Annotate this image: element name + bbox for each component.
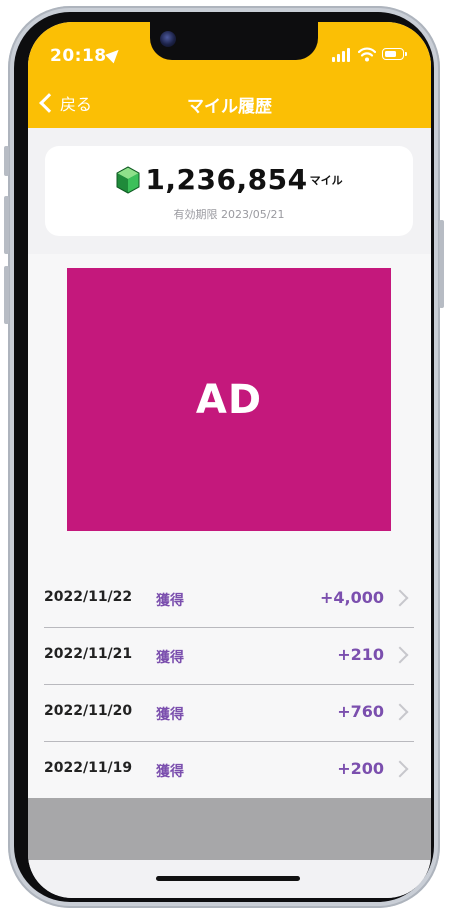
history-date: 2022/11/22 <box>44 589 133 605</box>
front-camera <box>160 31 176 47</box>
mile-unit: マイル <box>309 174 343 187</box>
screen: 20:18 戻る マイル履歴 1,236,854 マイル 有効期限 2023/0… <box>28 22 431 898</box>
battery-icon <box>382 48 407 60</box>
side-button-volume-up <box>4 196 9 254</box>
history-row[interactable]: 2022/11/20 獲得 +760 <box>44 685 414 742</box>
home-indicator[interactable] <box>156 876 300 881</box>
side-button-volume-down <box>4 266 9 324</box>
chevron-right-icon <box>391 703 409 721</box>
notch <box>150 22 318 60</box>
content-area: AD 2022/11/22 獲得 +4,000 2022/11/21 獲得 +2… <box>28 254 431 799</box>
mile-value: 1,236,854 <box>145 163 308 196</box>
history-type: 獲得 <box>156 764 184 780</box>
signal-icon <box>332 48 352 62</box>
history-amount: +4,000 <box>319 588 384 607</box>
chevron-right-icon <box>391 760 409 778</box>
summary-area: 1,236,854 マイル 有効期限 2023/05/21 <box>28 128 431 254</box>
location-arrow-icon <box>105 45 123 64</box>
chevron-right-icon <box>391 646 409 664</box>
ad-banner[interactable]: AD <box>67 268 391 531</box>
side-button-mute <box>4 146 9 176</box>
history-date: 2022/11/19 <box>44 760 133 776</box>
history-amount: +200 <box>337 759 384 778</box>
gem-icon <box>116 166 140 194</box>
history-row[interactable]: 2022/11/21 獲得 +210 <box>44 628 414 685</box>
status-time: 20:18 <box>50 46 107 66</box>
page-title: マイル履歴 <box>187 97 272 117</box>
history-date: 2022/11/21 <box>44 646 133 662</box>
history-type: 獲得 <box>156 707 184 723</box>
mile-balance: 1,236,854 マイル <box>45 164 413 196</box>
chevron-right-icon <box>391 589 409 607</box>
history-type: 獲得 <box>156 650 184 666</box>
bottom-area <box>28 860 431 898</box>
history-row[interactable]: 2022/11/22 獲得 +4,000 <box>44 571 414 628</box>
history-date: 2022/11/20 <box>44 703 133 719</box>
expiry-date: 有効期限 2023/05/21 <box>173 208 285 221</box>
side-button-power <box>439 220 444 308</box>
gray-band <box>28 798 431 860</box>
ad-label: AD <box>195 376 263 423</box>
mile-summary-card: 1,236,854 マイル 有効期限 2023/05/21 <box>45 146 413 236</box>
history-amount: +210 <box>337 645 384 664</box>
history-row[interactable]: 2022/11/19 獲得 +200 <box>44 742 414 799</box>
history-list: 2022/11/22 獲得 +4,000 2022/11/21 獲得 +210 … <box>44 571 414 799</box>
wifi-icon <box>358 47 376 62</box>
history-amount: +760 <box>337 702 384 721</box>
history-type: 獲得 <box>156 593 184 609</box>
